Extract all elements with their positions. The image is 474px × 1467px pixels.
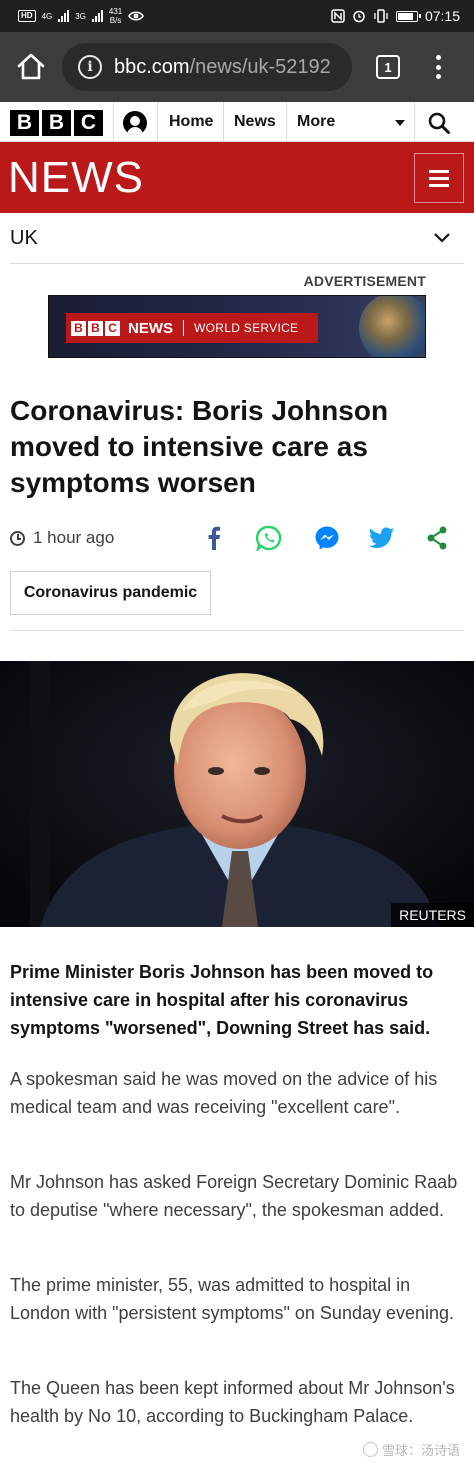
battery-icon: [395, 10, 421, 22]
browser-menu-icon[interactable]: [428, 52, 448, 82]
nav-link-news[interactable]: News: [234, 102, 276, 142]
clock-icon: [10, 530, 25, 546]
network-speed-unit: B/s: [109, 16, 122, 25]
eye-icon: [128, 11, 145, 21]
more-dropdown-icon[interactable]: [395, 120, 405, 126]
portrait-illustration: [0, 661, 474, 927]
network-speed-value: 431: [108, 7, 123, 16]
watermark-text: 雪球：汤诗语: [381, 1443, 460, 1458]
news-banner: NEWS: [0, 142, 474, 213]
ad-divider: [183, 320, 184, 336]
nav-divider: [113, 102, 114, 142]
hamburger-menu-icon[interactable]: [414, 153, 464, 203]
article-photo[interactable]: REUTERS: [0, 661, 474, 927]
network-type-2: 3G: [75, 11, 86, 21]
article-lede: Prime Minister Boris Johnson has been mo…: [10, 962, 434, 1038]
alarm-icon: [353, 10, 365, 23]
browser-toolbar: i bbc.com/news/uk-52192 1: [0, 32, 474, 102]
nav-link-home[interactable]: Home: [169, 102, 213, 142]
network-speed: 431 B/s: [109, 7, 122, 25]
nav-divider: [286, 102, 287, 142]
ad-logo-letter: B: [88, 320, 103, 336]
site-info-icon[interactable]: i: [78, 55, 102, 79]
clock-time: 07:15: [424, 8, 460, 24]
address-bar[interactable]: i bbc.com/news/uk-52192: [62, 43, 352, 91]
url-host: bbc.com: [114, 55, 190, 78]
ad-logo-letter: B: [71, 320, 86, 336]
facebook-icon[interactable]: [200, 524, 228, 552]
nav-link-more[interactable]: More: [297, 102, 335, 142]
section-selector[interactable]: UK: [10, 213, 464, 264]
bbc-logo[interactable]: B B C: [10, 110, 103, 136]
ad-service-text: WORLD SERVICE: [194, 321, 299, 335]
nav-divider: [414, 102, 415, 142]
article-timestamp: 1 hour ago: [10, 526, 114, 550]
section-label: UK: [10, 226, 38, 249]
watermark-logo-icon: [362, 1442, 378, 1457]
url-path: /news/uk-52192: [189, 55, 331, 78]
article-paragraph: The prime minister, 55, was admitted to …: [10, 1275, 455, 1323]
ad-logo-letter: C: [105, 320, 120, 336]
news-wordmark[interactable]: NEWS: [8, 154, 144, 202]
advertisement-label: ADVERTISEMENT: [303, 273, 426, 289]
advertisement-banner[interactable]: B B C NEWS WORLD SERVICE: [48, 295, 426, 358]
chevron-down-icon[interactable]: [432, 228, 452, 248]
whatsapp-icon[interactable]: [255, 524, 283, 552]
topic-tag-button[interactable]: Coronavirus pandemic: [10, 571, 211, 615]
twitter-icon[interactable]: [368, 524, 396, 552]
status-right: 07:15: [331, 4, 460, 28]
signal-strength-icon: [58, 10, 70, 22]
tab-switcher-button[interactable]: 1: [376, 55, 400, 79]
nav-divider: [223, 102, 224, 142]
divider: [10, 630, 464, 631]
article-headline: Coronavirus: Boris Johnson moved to inte…: [10, 395, 389, 498]
article-paragraph: Mr Johnson has asked Foreign Secretary D…: [10, 1172, 458, 1220]
photo-credit: REUTERS: [391, 903, 474, 927]
bbc-logo-letter: B: [10, 110, 39, 136]
ad-news-text: NEWS: [128, 319, 173, 337]
bbc-global-nav: B B C Home News More: [0, 102, 474, 142]
share-icon[interactable]: [423, 524, 451, 552]
status-bar: HD 4G 3G 431 B/s 07:15: [0, 0, 474, 32]
network-type-1: 4G: [41, 11, 53, 21]
status-left: HD 4G 3G 431 B/s: [18, 4, 145, 28]
battery-level: [397, 12, 413, 20]
home-icon[interactable]: [14, 50, 48, 84]
article-paragraph: The Queen has been kept informed about M…: [10, 1378, 455, 1426]
ad-bbc-world-service-logo: B B C NEWS WORLD SERVICE: [66, 313, 318, 343]
vibrate-icon: [374, 9, 388, 23]
timestamp-text: 1 hour ago: [33, 528, 115, 547]
nav-divider: [157, 102, 158, 142]
hd-badge: HD: [18, 10, 36, 22]
search-icon[interactable]: [428, 112, 450, 134]
source-watermark: 雪球：汤诗语: [362, 1440, 460, 1459]
article-paragraph: A spokesman said he was moved on the adv…: [10, 1069, 438, 1117]
account-icon[interactable]: [123, 111, 147, 135]
bbc-logo-letter: B: [42, 110, 71, 136]
bbc-logo-letter: C: [74, 110, 103, 136]
messenger-icon[interactable]: [313, 524, 341, 552]
nfc-icon: [331, 9, 345, 23]
url-text[interactable]: bbc.com/news/uk-52192: [114, 56, 344, 79]
signal-strength-icon-2: [91, 10, 103, 22]
globe-image: [359, 296, 425, 357]
